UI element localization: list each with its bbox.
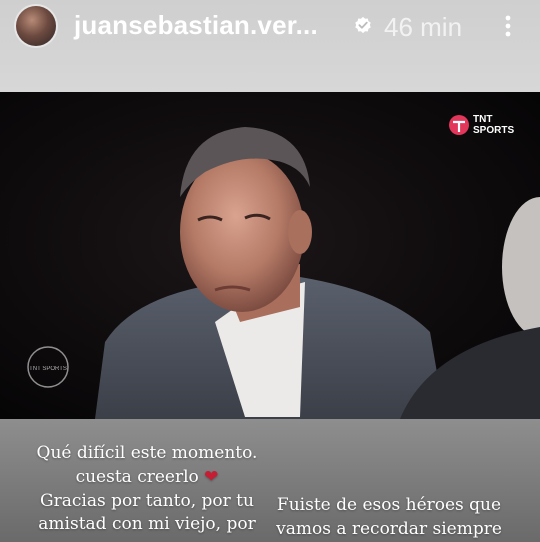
- tnt-logo-line2: SPORTS: [473, 125, 514, 136]
- broken-heart-icon: ❤: [204, 466, 219, 487]
- profile-avatar[interactable]: [16, 6, 56, 46]
- story-username[interactable]: juansebastian.ver...: [74, 10, 318, 41]
- video-scene: TNT SPORTS TNT SPORTS: [0, 92, 540, 419]
- caption-right: Fuiste de esos héroes que vamos a record…: [269, 494, 509, 542]
- video-frame[interactable]: TNT SPORTS TNT SPORTS: [0, 92, 540, 419]
- caption-left-line1: Qué difícil este momento.: [36, 443, 258, 463]
- more-options-icon[interactable]: [503, 14, 513, 38]
- story-header: juansebastian.ver... 46 min: [0, 0, 540, 52]
- verified-badge-icon: [355, 16, 371, 34]
- tnt-logo-line1: TNT: [473, 114, 492, 125]
- tnt-watermark-text: TNT SPORTS: [29, 366, 67, 372]
- caption-left: Qué difícil este momento. cuesta creerlo…: [22, 442, 272, 537]
- caption-left-line4: amistad con mi viejo, por: [38, 514, 256, 535]
- story-time: 46 min: [384, 12, 463, 42]
- caption-right-line1: Fuiste de esos héroes que: [276, 495, 502, 515]
- caption-left-line3: Gracias por tanto, por tu: [40, 490, 254, 511]
- caption-left-line2-wrap: cuesta creerlo ❤: [22, 466, 272, 490]
- caption-right-line2: vamos a recordar siempre: [276, 518, 502, 539]
- caption-left-line2: cuesta creerlo: [75, 466, 199, 487]
